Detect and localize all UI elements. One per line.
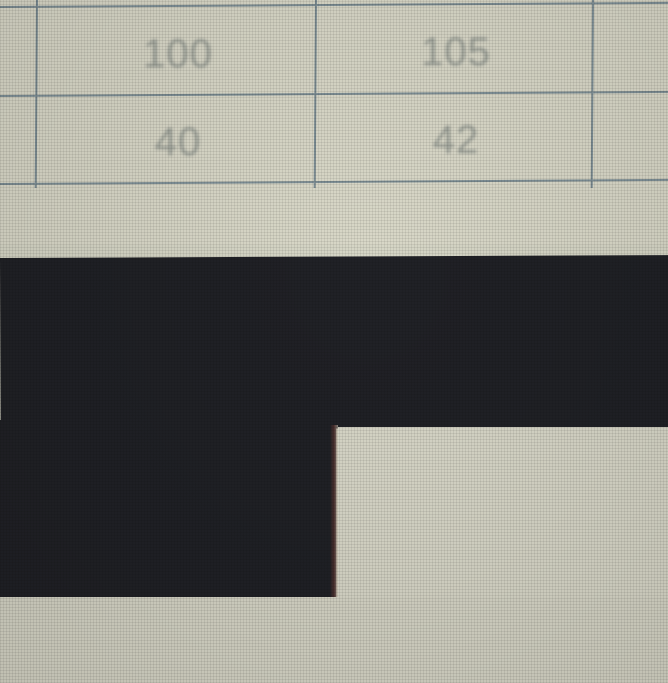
cell-value: 42 — [432, 117, 480, 162]
spreadsheet-cell[interactable]: 105 — [318, 12, 594, 92]
spreadsheet-grid: 100 105 40 42 — [0, 0, 668, 245]
dark-block-top — [0, 255, 668, 430]
spreadsheet-cell[interactable]: 42 — [318, 100, 594, 180]
dark-block-left — [0, 420, 336, 598]
dark-block-edge — [330, 425, 338, 597]
spreadsheet-cell[interactable]: 100 — [40, 14, 316, 94]
row-gridline — [0, 1, 668, 8]
cell-value: 105 — [421, 29, 491, 74]
bottom-background — [0, 597, 668, 683]
cell-value: 40 — [154, 119, 202, 164]
spreadsheet-cell[interactable]: 40 — [40, 102, 316, 182]
cell-value: 100 — [143, 31, 213, 76]
